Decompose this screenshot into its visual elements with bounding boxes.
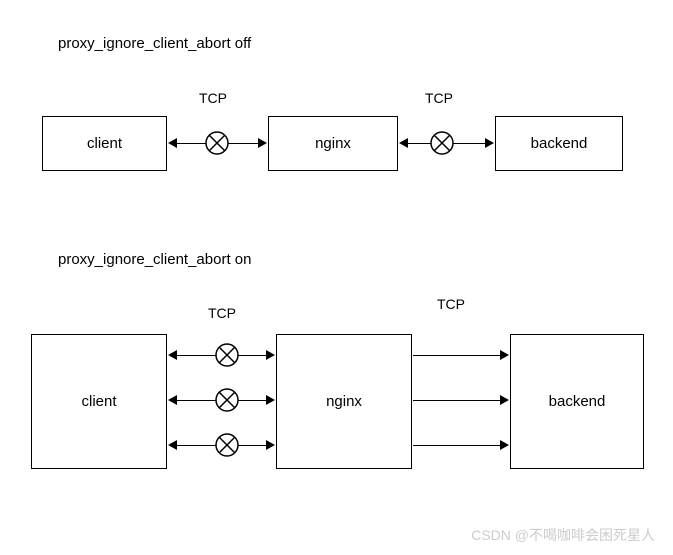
conn-2b1-arrow-right — [500, 350, 509, 360]
conn-1b-arrow-right — [485, 138, 494, 148]
conn-2b1-line — [413, 355, 501, 356]
conn-2a2-arrow-right — [266, 395, 275, 405]
backend-label-2: backend — [549, 393, 606, 410]
conn-1a-arrow-right — [258, 138, 267, 148]
conn-2b3-arrow-right — [500, 440, 509, 450]
backend-box-1: backend — [495, 116, 623, 171]
nginx-label-1: nginx — [315, 135, 351, 152]
nginx-label-2: nginx — [326, 393, 362, 410]
break-icon-2a2 — [215, 388, 239, 412]
conn-2a3-arrow-right — [266, 440, 275, 450]
client-label-2: client — [81, 393, 116, 410]
client-box-2: client — [31, 334, 167, 469]
tcp-label-2b: TCP — [437, 296, 465, 312]
conn-2a1-arrow-right — [266, 350, 275, 360]
nginx-box-1: nginx — [268, 116, 398, 171]
client-label-1: client — [87, 135, 122, 152]
break-icon-2a1 — [215, 343, 239, 367]
conn-2a3-arrow-left — [168, 440, 177, 450]
conn-1b-arrow-left — [399, 138, 408, 148]
break-icon-1a — [205, 131, 229, 155]
diagram1-title: proxy_ignore_client_abort off — [58, 35, 251, 52]
watermark: CSDN @不喝咖啡会困死星人 — [471, 525, 655, 545]
tcp-label-1a: TCP — [199, 90, 227, 106]
backend-box-2: backend — [510, 334, 644, 469]
tcp-label-2a: TCP — [208, 305, 236, 321]
break-icon-2a3 — [215, 433, 239, 457]
conn-2b3-line — [413, 445, 501, 446]
client-box-1: client — [42, 116, 167, 171]
tcp-label-1b: TCP — [425, 90, 453, 106]
backend-label-1: backend — [531, 135, 588, 152]
conn-2a1-arrow-left — [168, 350, 177, 360]
conn-1a-arrow-left — [168, 138, 177, 148]
diagram2-title: proxy_ignore_client_abort on — [58, 251, 251, 268]
break-icon-1b — [430, 131, 454, 155]
conn-2b2-arrow-right — [500, 395, 509, 405]
conn-2b2-line — [413, 400, 501, 401]
conn-2a2-arrow-left — [168, 395, 177, 405]
nginx-box-2: nginx — [276, 334, 412, 469]
